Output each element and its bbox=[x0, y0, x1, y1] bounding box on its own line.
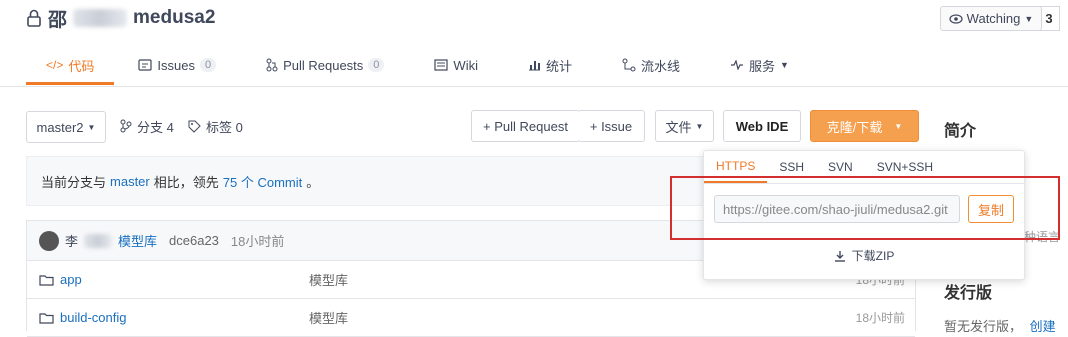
watch-button[interactable]: Watching ▼ bbox=[940, 6, 1042, 31]
commit-hash[interactable]: dce6a23 bbox=[169, 233, 219, 248]
folder-icon bbox=[39, 312, 54, 324]
code-icon: </> bbox=[46, 58, 64, 72]
release-heading: 发行版 bbox=[944, 285, 993, 302]
folder-icon bbox=[39, 274, 54, 286]
repo-owner[interactable]: 邵 bbox=[48, 5, 67, 32]
ahead-prefix: 当前分支与 bbox=[41, 174, 107, 190]
tab-pipeline[interactable]: 流水线 bbox=[622, 48, 680, 82]
download-zip-link[interactable]: 下载ZIP bbox=[704, 247, 1024, 264]
file-label: 文件 bbox=[665, 119, 692, 135]
tab-label: 服务 bbox=[749, 58, 776, 74]
file-commit-message[interactable]: 模型库 bbox=[309, 270, 348, 289]
file-name: app bbox=[60, 272, 82, 287]
file-name: build-config bbox=[60, 310, 127, 325]
file-time: 18小时前 bbox=[855, 311, 905, 325]
compare-branch-link[interactable]: master bbox=[110, 174, 150, 189]
ahead-suffix: 。 bbox=[306, 174, 320, 190]
stats-icon bbox=[528, 59, 541, 71]
chevron-down-icon: ▼ bbox=[1024, 13, 1034, 24]
release-text: 暂无发行版， bbox=[944, 319, 1023, 334]
repo-name[interactable]: medusa2 bbox=[133, 7, 215, 29]
branches-link[interactable]: 分支 4 bbox=[120, 111, 174, 141]
clone-download-button[interactable]: 克隆/下载 ▼ bbox=[810, 110, 919, 142]
tab-label: 统计 bbox=[545, 58, 572, 74]
intro-heading: 简介 bbox=[944, 123, 977, 140]
commit-message[interactable]: 模型库 bbox=[118, 231, 157, 250]
branch-name: master2 bbox=[36, 119, 84, 135]
highlight-box bbox=[670, 176, 1060, 240]
repo-tabs: </> 代码 Issues 0 Pull Requests 0 Wiki 统计 … bbox=[26, 48, 839, 86]
pr-count-badge: 0 bbox=[368, 58, 385, 72]
tab-issues[interactable]: Issues 0 bbox=[138, 48, 217, 82]
tab-stats[interactable]: 统计 bbox=[528, 48, 572, 82]
file-link[interactable]: app bbox=[39, 272, 82, 287]
clone-label: 克隆/下载 bbox=[826, 119, 883, 135]
watch-count[interactable]: 3 bbox=[1039, 6, 1060, 31]
tab-code[interactable]: </> 代码 bbox=[26, 48, 115, 85]
redacted-author bbox=[84, 233, 113, 248]
tab-label: 流水线 bbox=[640, 58, 680, 74]
avatar[interactable] bbox=[39, 230, 59, 251]
tag-icon bbox=[188, 120, 201, 133]
lock-icon bbox=[26, 9, 42, 27]
service-icon bbox=[730, 60, 744, 70]
tab-pull-requests[interactable]: Pull Requests 0 bbox=[266, 48, 385, 82]
chevron-down-icon: ▼ bbox=[780, 60, 789, 70]
tab-label: Issues bbox=[157, 57, 195, 73]
download-icon bbox=[834, 250, 846, 262]
file-link[interactable]: build-config bbox=[39, 310, 127, 325]
watch-label: Watching bbox=[966, 11, 1021, 26]
tab-label: Pull Requests bbox=[283, 57, 364, 73]
branches-count: 分支 4 bbox=[137, 119, 174, 135]
redacted-owner bbox=[73, 9, 128, 27]
new-pull-request-button[interactable]: + Pull Request bbox=[471, 110, 580, 142]
ahead-commits-link[interactable]: 75 个 Commit bbox=[223, 172, 302, 191]
file-menu-button[interactable]: 文件 ▼ bbox=[655, 110, 714, 142]
create-release-link[interactable]: 创建 bbox=[1030, 319, 1056, 334]
commit-author[interactable]: 李 bbox=[65, 231, 78, 250]
branch-select[interactable]: master2 ▼ bbox=[26, 111, 106, 143]
zip-label: 下载ZIP bbox=[851, 249, 895, 263]
ahead-middle: 相比，领先 bbox=[153, 174, 219, 190]
repo-title: 邵 medusa2 bbox=[26, 4, 215, 32]
pull-request-icon bbox=[266, 58, 278, 72]
tags-count: 标签 0 bbox=[206, 119, 243, 135]
tabs-divider bbox=[0, 86, 1068, 87]
eye-icon bbox=[949, 13, 963, 24]
commit-time: 18小时前 bbox=[230, 234, 285, 249]
issues-icon bbox=[138, 59, 152, 71]
tab-wiki[interactable]: Wiki bbox=[434, 48, 478, 82]
file-commit-message[interactable]: 模型库 bbox=[309, 308, 348, 327]
tab-services[interactable]: 服务 ▼ bbox=[730, 48, 789, 82]
tab-label: 代码 bbox=[68, 58, 95, 74]
wiki-icon bbox=[434, 59, 449, 71]
chevron-down-icon: ▼ bbox=[894, 121, 903, 131]
release-info: 暂无发行版， 创建 bbox=[944, 316, 1060, 335]
chevron-down-icon: ▼ bbox=[87, 122, 96, 132]
web-ide-button[interactable]: Web IDE bbox=[723, 110, 801, 142]
pipeline-icon bbox=[622, 58, 636, 72]
branch-icon bbox=[120, 119, 132, 133]
branch-ahead-notice: 当前分支与 master 相比，领先 75 个 Commit 。 bbox=[26, 156, 716, 206]
table-row: build-config 模型库 18小时前 bbox=[27, 299, 915, 337]
new-issue-button[interactable]: + Issue bbox=[578, 110, 645, 142]
tab-label: Wiki bbox=[453, 57, 478, 73]
tags-link[interactable]: 标签 0 bbox=[188, 111, 243, 141]
issues-count-badge: 0 bbox=[199, 58, 217, 72]
chevron-down-icon: ▼ bbox=[695, 121, 704, 131]
